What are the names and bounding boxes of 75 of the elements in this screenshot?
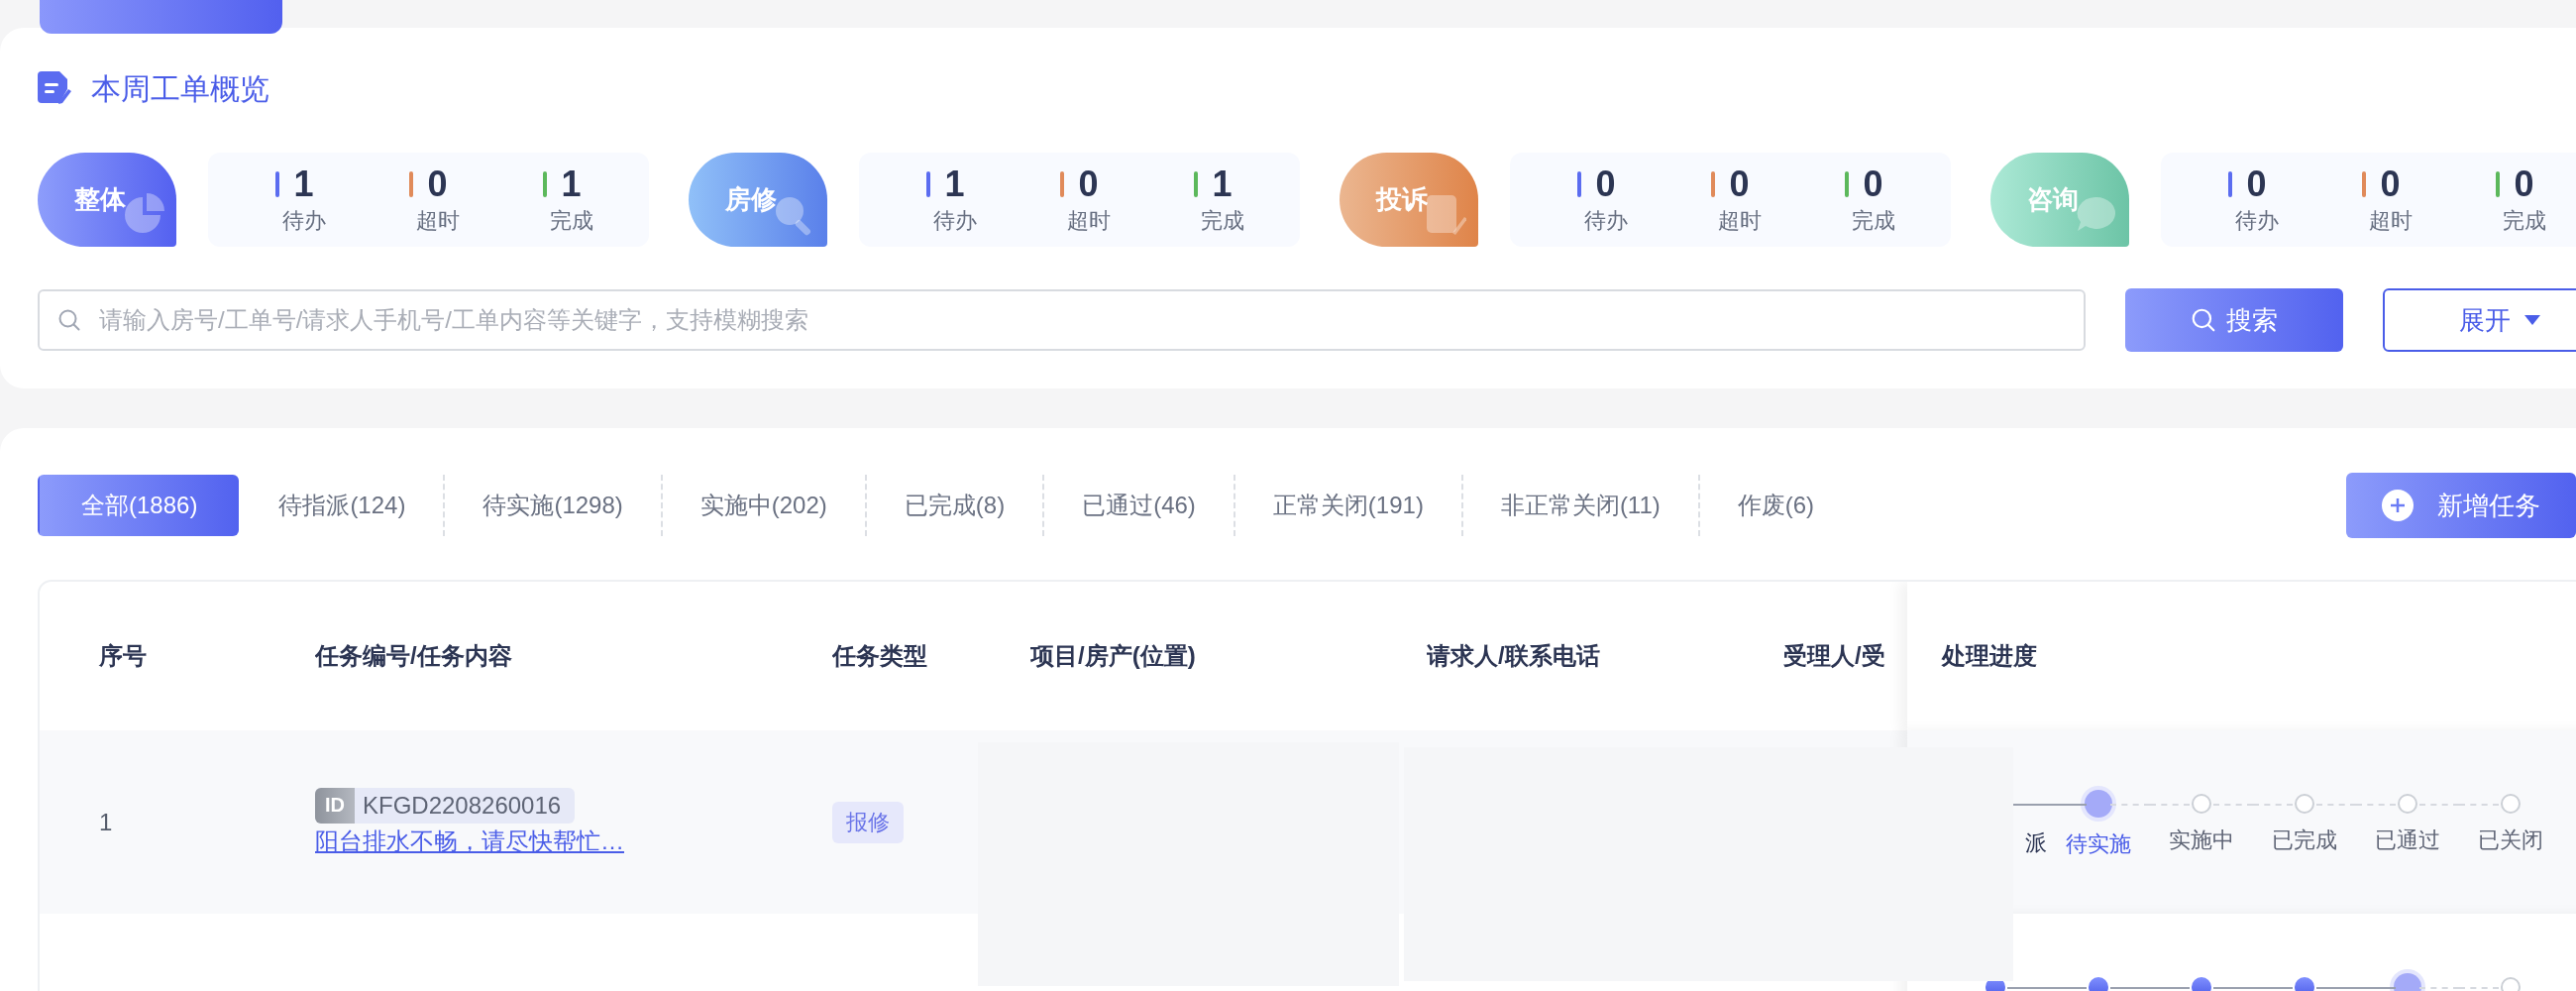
stat-marker [2496,170,2501,197]
column-header: 任务类型 [832,641,927,671]
stat-marker [1845,170,1850,197]
stat-label: 超时 [415,206,460,235]
step-label: 已完成 [2272,826,2337,854]
stat-marker [1577,170,1582,197]
stat-label: 待办 [2234,206,2279,235]
column-header: 处理进度 [1942,641,2037,671]
plus-circle-icon [2382,490,2414,521]
section-title: 本周工单概览 [91,70,269,107]
stat-label: 超时 [1717,206,1762,235]
stat-marker [275,170,280,197]
status-tab[interactable]: 已通过(46) [1042,475,1234,536]
status-tab[interactable]: 非正常关闭(11) [1460,475,1698,536]
column-header: 项目/房产(位置) [1030,641,1196,671]
search-icon [2191,307,2216,333]
category-badge[interactable]: 房修 [689,153,827,247]
step-label: 已关闭 [2478,826,2543,854]
new-task-button[interactable]: 新增任务 [2346,473,2576,538]
column-header: 序号 [99,641,147,671]
stat-label: 完成 [2502,206,2546,235]
search-icon [57,308,81,332]
stat-marker [543,170,548,197]
column-header: 请求人/联系电话 [1427,641,1600,671]
stat-marker [2362,170,2367,197]
stat-marker [2228,170,2233,197]
stat-marker [409,170,414,197]
stat-value: 0 [1863,164,1883,204]
status-tab[interactable]: 已完成(8) [864,475,1043,536]
status-tab[interactable]: 全部(1886) [38,475,240,536]
stat-value: 1 [944,164,965,204]
stat-label: 待办 [1583,206,1628,235]
stat-value: 1 [1212,164,1233,204]
stat-label: 完成 [549,206,593,235]
task-type-tag: 报修 [832,801,904,843]
stat-value: 0 [2246,164,2267,204]
stat-marker [926,170,931,197]
stat-marker [1060,170,1065,197]
row-number: 1 [99,808,113,836]
task-id-tag: ID KFGD2208260016 [315,787,576,824]
expand-button[interactable]: 展开 [2383,288,2576,352]
task-content-link[interactable]: 阳台排水不畅，请尽快帮忙… [315,825,624,857]
step-label: 派 [2025,829,2047,857]
stat-label: 完成 [1200,206,1244,235]
status-tab[interactable]: 待实施(1298) [443,475,661,536]
stat-label: 待办 [281,206,326,235]
stat-value: 0 [1078,164,1099,204]
stat-value: 0 [2514,164,2534,204]
step-label: 实施中 [2169,826,2234,854]
document-edit-icon [38,71,71,107]
stat-marker [1194,170,1199,197]
column-header: 任务编号/任务内容 [315,641,512,671]
stat-value: 0 [2380,164,2401,204]
status-tab[interactable]: 正常关闭(191) [1233,475,1461,536]
stat-value: 0 [427,164,448,204]
stat-label: 超时 [2368,206,2413,235]
search-field[interactable]: 请输入房号/工单号/请求人手机号/工单内容等关键字，支持模糊搜索 [38,289,2086,351]
stat-label: 待办 [932,206,977,235]
stat-value: 1 [293,164,314,204]
stat-marker [1711,170,1716,197]
search-button[interactable]: 搜索 [2125,288,2343,352]
category-badge[interactable]: 整体 [38,153,176,247]
stat-value: 0 [1595,164,1616,204]
step-label: 待实施 [2066,830,2131,858]
stat-value: 0 [1729,164,1750,204]
caret-icon [2523,315,2540,325]
stat-label: 完成 [1851,206,1895,235]
status-tab[interactable]: 待指派(124) [239,475,444,536]
status-tab[interactable]: 作废(6) [1697,475,1853,536]
stat-label: 超时 [1066,206,1111,235]
status-tab[interactable]: 实施中(202) [660,475,865,536]
id-label: ID [315,787,355,824]
step-label: 已通过 [2375,826,2440,854]
column-header: 受理人/受 [1783,641,1885,671]
stat-value: 1 [561,164,582,204]
